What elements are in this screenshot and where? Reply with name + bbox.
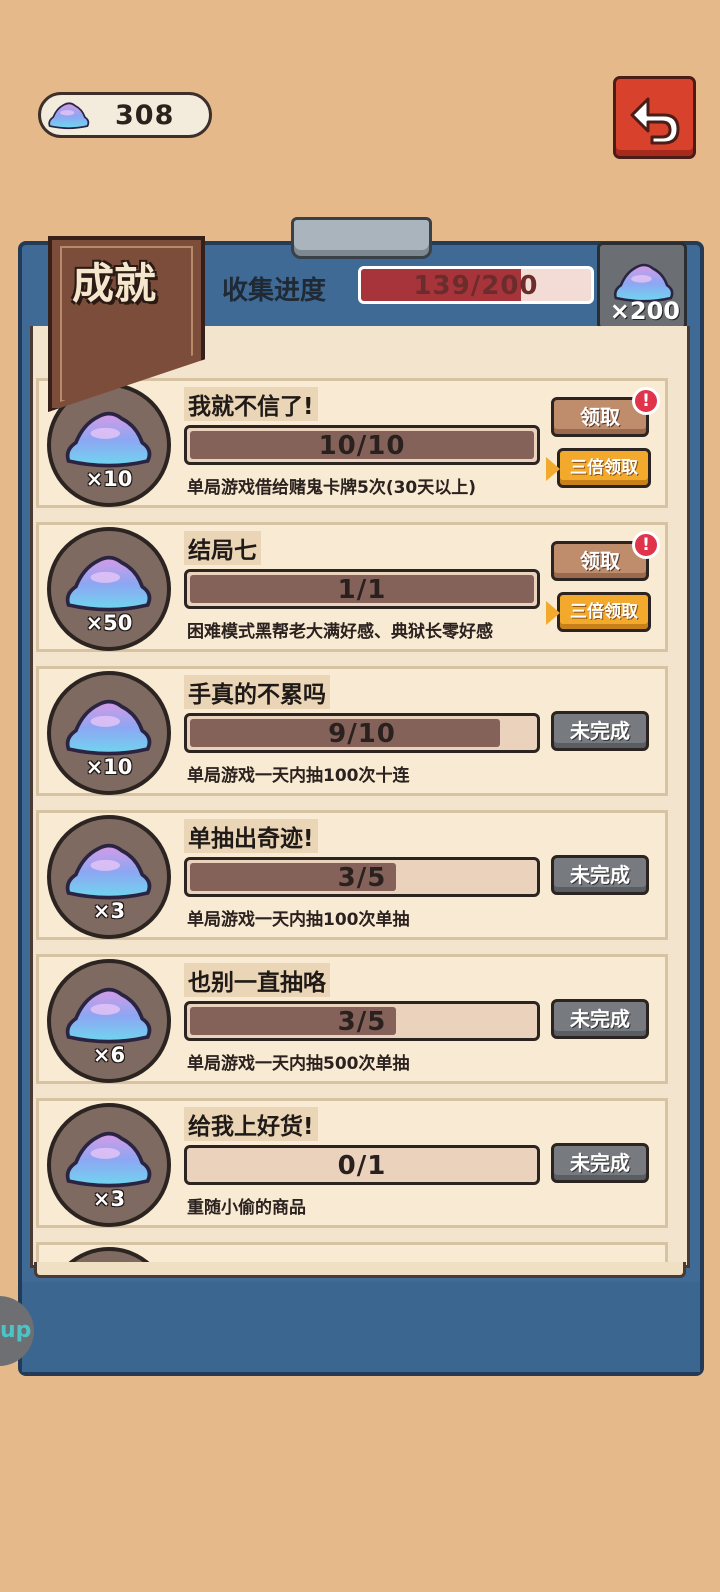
incomplete-button[interactable]: 未完成 — [551, 855, 649, 895]
incomplete-button[interactable]: 未完成 — [551, 999, 649, 1039]
achievement-description: 重随小偷的商品 — [187, 1198, 306, 1218]
achievement-card: ×10 手真的不累吗 9/10 单局游戏一天内抽100次十连 未完成 — [36, 666, 668, 796]
achievement-card: ×6 也别一直抽咯 3/5 单局游戏一天内抽500次单抽 未完成 — [36, 954, 668, 1084]
alert-badge-icon: ! — [632, 387, 660, 415]
collect-progress-bar: 139/200 — [358, 266, 594, 304]
reward-qty: ×6 — [92, 1043, 126, 1067]
alert-badge-icon: ! — [632, 531, 660, 559]
achievement-name: 手真的不累吗 — [184, 675, 330, 709]
achievement-progress-bar: 3/5 — [184, 857, 540, 897]
reward-qty: ×10 — [85, 755, 133, 779]
reward-qty: ×3 — [92, 899, 126, 923]
back-button[interactable] — [613, 76, 696, 159]
crystal-gem-icon — [63, 549, 155, 615]
achievement-name: 我就不信了! — [184, 387, 318, 421]
collect-progress-label: 收集进度 — [222, 276, 327, 306]
return-arrow-icon — [630, 97, 679, 144]
paper-bottom-edge — [34, 1262, 686, 1278]
incomplete-button[interactable]: 未完成 — [551, 1143, 649, 1183]
achievement-description: 单局游戏一天内抽100次单抽 — [187, 910, 410, 930]
collection-reward-chest[interactable]: ×200 — [597, 242, 687, 330]
crystal-gem-icon — [47, 99, 91, 131]
collection-reward-qty: ×200 — [609, 297, 680, 325]
reward-qty: ×50 — [85, 611, 133, 635]
achievement-progress-text: 10/10 — [318, 431, 406, 461]
achievement-paper[interactable]: ×10 我就不信了! 10/10 单局游戏借给赌鬼卡牌5次(30天以上) 领取!… — [30, 326, 690, 1268]
play-arrow-icon — [546, 457, 560, 481]
achievement-description: 困难模式黑帮老大满好感、典狱长零好感 — [187, 622, 493, 642]
reward-qty: ×10 — [85, 467, 133, 491]
crystal-gem-icon — [63, 693, 155, 759]
reward-medal: ×3 — [47, 1103, 171, 1227]
crystal-gem-icon — [63, 405, 155, 471]
triple-claim-button[interactable]: 三倍领取 — [546, 448, 651, 488]
triple-claim-button[interactable]: 三倍领取 — [546, 592, 651, 632]
achievement-progress-text: 3/5 — [337, 1007, 387, 1037]
achievement-description: 单局游戏一天内抽500次单抽 — [187, 1054, 410, 1074]
achievement-progress-bar: 1/1 — [184, 569, 540, 609]
board-bottom — [22, 1282, 700, 1372]
reward-medal: ×6 — [47, 959, 171, 1083]
collect-progress-text: 139/200 — [413, 271, 539, 301]
clipboard-clip — [291, 217, 432, 259]
triple-claim-label: 三倍领取 — [570, 602, 638, 622]
reward-medal: ×3 — [47, 815, 171, 939]
achievement-progress-text: 0/1 — [337, 1151, 387, 1181]
crystal-gem-icon — [63, 1125, 155, 1191]
play-arrow-icon — [546, 601, 560, 625]
achievement-card: ×10 我就不信了! 10/10 单局游戏借给赌鬼卡牌5次(30天以上) 领取!… — [36, 378, 668, 508]
achievement-progress-bar: 3/5 — [184, 1001, 540, 1041]
achievement-name: 结局七 — [184, 531, 261, 565]
reward-medal: ×10 — [47, 671, 171, 795]
currency-pill: 308 — [38, 92, 212, 138]
reward-medal: ×50 — [47, 527, 171, 651]
crystal-gem-icon — [63, 981, 155, 1047]
achievement-name: 给我上好货! — [184, 1107, 318, 1141]
incomplete-button[interactable]: 未完成 — [551, 711, 649, 751]
achievement-progress-bar: 9/10 — [184, 713, 540, 753]
achievement-progress-bar: 0/1 — [184, 1145, 540, 1185]
triple-claim-label: 三倍领取 — [570, 458, 638, 478]
achievement-progress-text: 1/1 — [337, 575, 387, 605]
achievement-progress-text: 3/5 — [337, 863, 387, 893]
crystal-gem-icon — [63, 837, 155, 903]
achievement-card: ×3 单抽出奇迹! 3/5 单局游戏一天内抽100次单抽 未完成 — [36, 810, 668, 940]
achievement-name: 单抽出奇迹! — [184, 819, 318, 853]
page-title: 成就 — [72, 259, 157, 308]
achievement-card: ×50 结局七 1/1 困难模式黑帮老大满好感、典狱长零好感 领取! 三倍领取 — [36, 522, 668, 652]
achievement-name: 也别一直抽咯 — [184, 963, 330, 997]
achievement-card: ×3 给我上好货! 0/1 重随小偷的商品 未完成 — [36, 1098, 668, 1228]
currency-amount: 308 — [115, 99, 175, 131]
achievement-progress-text: 9/10 — [328, 719, 396, 749]
reward-qty: ×3 — [92, 1187, 126, 1211]
achievement-description: 单局游戏借给赌鬼卡牌5次(30天以上) — [187, 478, 477, 498]
achievement-progress-bar: 10/10 — [184, 425, 540, 465]
achievement-description: 单局游戏一天内抽100次十连 — [187, 766, 410, 786]
